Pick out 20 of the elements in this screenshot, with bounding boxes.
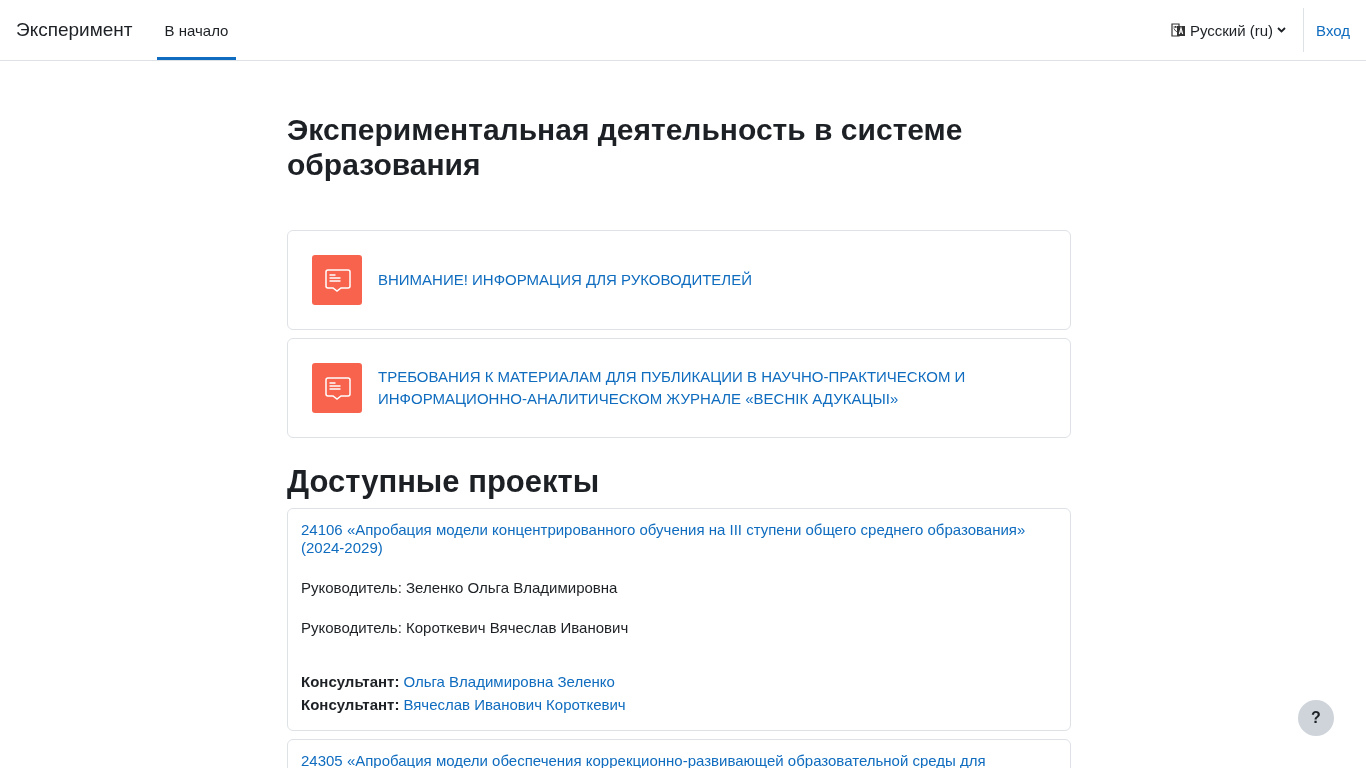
project-leader: Руководитель: Зеленко Ольга Владимировна <box>301 579 619 597</box>
language-icon <box>1170 22 1186 38</box>
project-link[interactable]: 24106 «Апробация модели концентрированного обучения на III ступени общего среднего образования» (2024-2029) <box>301 521 1057 557</box>
forum-icon <box>312 363 362 413</box>
consultant-link[interactable]: Вячеслав Иванович Короткевич <box>403 696 626 713</box>
consultant-label: Консультант: <box>301 673 400 690</box>
forum-icon <box>312 255 362 305</box>
language-menu[interactable]: Русский (ru) <box>1170 21 1287 39</box>
consultant-link[interactable]: Ольга Владимировна Зеленко <box>403 673 615 690</box>
consultant-label: Консультант: <box>301 696 400 713</box>
help-button[interactable]: ? <box>1298 700 1334 736</box>
login-link[interactable]: Вход <box>1316 21 1350 39</box>
project-leader: Руководитель: Короткевич Вячеслав Иванович <box>301 619 630 637</box>
caret-icon <box>1277 27 1287 33</box>
announcement-link[interactable]: ВНИМАНИЕ! ИНФОРМАЦИЯ ДЛЯ РУКОВОДИТЕЛЕЙ <box>378 269 752 291</box>
nav-tab[interactable]: В начало <box>156 0 237 60</box>
section-heading: Доступные проекты <box>287 464 601 500</box>
announcement-link[interactable]: ТРЕБОВАНИЯ К МАТЕРИАЛАМ ДЛЯ ПУБЛИКАЦИИ В НАУЧНО-ПРАКТИЧЕСКОМ И ИНФОРМАЦИОННО-АНАЛИТИЧЕСКОМ ЖУРНАЛЕ «ВЕСНІК АДУКАЦЫІ» <box>378 366 1046 410</box>
site-name[interactable]: Эксперимент <box>16 19 133 41</box>
page-title: Экспериментальная деятельность в системе образования <box>287 112 964 182</box>
